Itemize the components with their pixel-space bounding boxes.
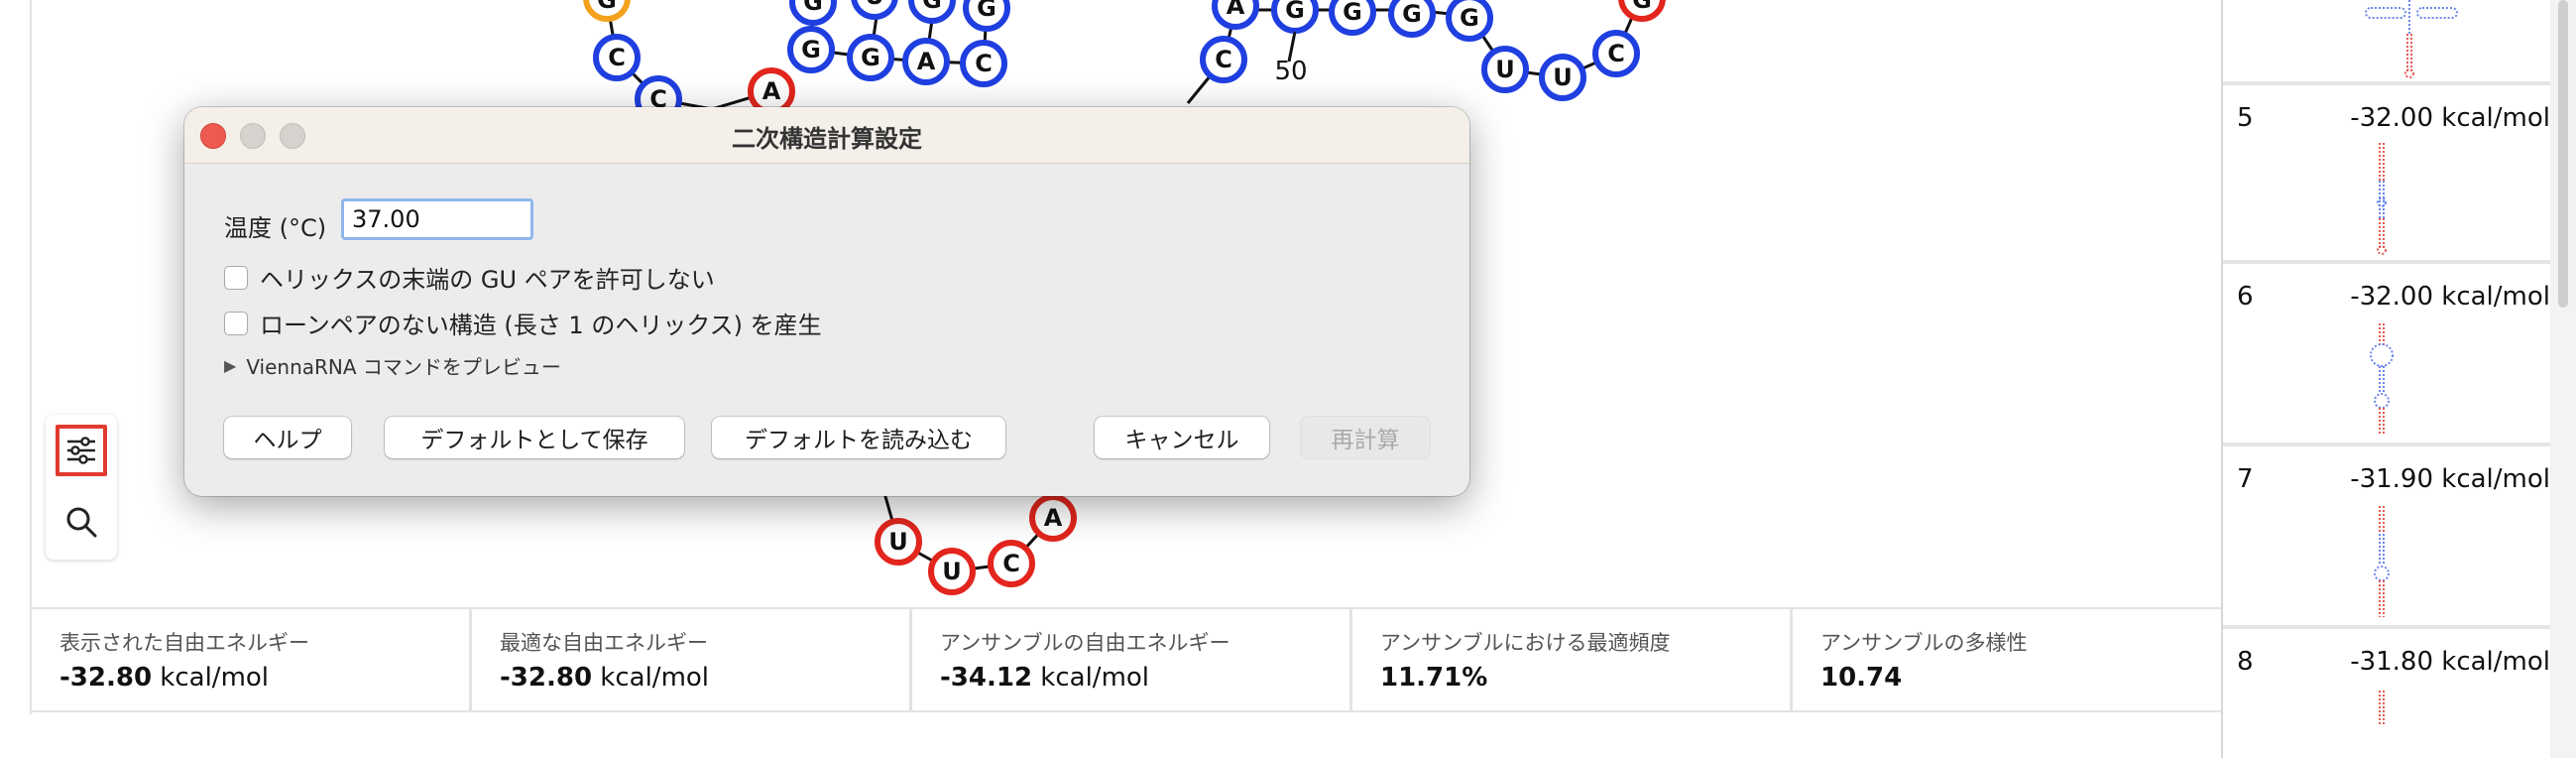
structure-settings-dialog: 二次構造計算設定 温度 (°C) ヘリックスの末端の GU ペアを許可しない ロ… [184,107,1469,496]
alternative-structures-panel[interactable]: 5 -32.00 kcal/mol 6 -32.00 kcal/mol 7 -3… [2221,0,2576,758]
dialog-title: 二次構造計算設定 [732,125,922,153]
stat-value: 11.71% [1380,663,1488,693]
alt-structure-row[interactable]: 7 -31.90 kcal/mol [2223,446,2550,629]
load-default-button[interactable]: デフォルトを読み込む [712,417,1005,458]
checkbox[interactable] [224,265,248,290]
stat-ensemble-diversity: アンサンブルの多様性 10.74 [1793,609,2221,710]
energy-stats-bar: 表示された自由エネルギー -32.80 kcal/mol 最適な自由エネルギー … [32,607,2221,712]
stat-value: -34.12 kcal/mol [940,663,1150,693]
stat-label: アンサンブルの多様性 [1820,631,2028,655]
temperature-label: 温度 (°C) [224,214,327,242]
alt-index: 5 [2237,103,2254,133]
stat-label: アンサンブルの自由エネルギー [940,631,1230,655]
stat-value: -32.80 kcal/mol [59,663,270,693]
svg-text:G: G [977,0,996,22]
svg-text:C: C [608,44,626,71]
alt-structure-row[interactable] [2223,0,2550,85]
structure-thumbnail [2377,143,2387,255]
structure-thumbnail [2379,691,2385,726]
canvas-tools [46,415,117,560]
svg-text:U: U [888,528,908,556]
svg-text:A: A [917,48,936,75]
temperature-input[interactable] [341,198,533,240]
structure-thumbnail [2365,0,2458,78]
recalculate-button[interactable]: 再計算 [1301,417,1430,458]
checkbox[interactable] [224,311,248,335]
dialog-titlebar[interactable]: 二次構造計算設定 [184,107,1469,164]
svg-text:C: C [1215,46,1232,73]
option-no-gu-closure[interactable]: ヘリックスの末端の GU ペアを許可しない [224,260,715,295]
alt-structure-row[interactable]: 5 -32.00 kcal/mol [2223,85,2550,264]
alt-energy: -32.00 kcal/mol [2350,282,2550,312]
alt-structure-row[interactable]: 6 -32.00 kcal/mol [2223,264,2550,446]
stat-value: 10.74 [1820,663,1903,693]
save-default-button[interactable]: デフォルトとして保存 [385,417,684,458]
stat-value: -32.80 kcal/mol [500,663,710,693]
structure-thumbnail [2374,506,2390,617]
disclosure-triangle-icon: ▶ [224,356,237,375]
stat-label: 最適な自由エネルギー [500,631,708,655]
option-no-lonely-pairs[interactable]: ローンペアのない構造 (長さ 1 のヘリックス) を産生 [224,306,822,340]
alt-index: 7 [2237,464,2254,494]
svg-text:G: G [1460,4,1479,32]
alt-energy: -32.00 kcal/mol [2350,103,2550,133]
alternatives-scrollbar[interactable] [2558,0,2568,308]
svg-text:A: A [762,77,781,105]
svg-text:G: G [801,36,821,63]
help-button[interactable]: ヘルプ [224,417,351,458]
search-button[interactable] [56,496,107,548]
cancel-button[interactable]: キャンセル [1095,417,1269,458]
alt-energy: -31.80 kcal/mol [2350,647,2550,677]
sliders-icon [67,437,95,464]
alt-index: 6 [2237,282,2254,312]
svg-text:G: G [803,0,823,16]
svg-text:G: G [1402,0,1422,28]
svg-text:G: G [1343,0,1362,26]
svg-text:G: G [1632,0,1652,14]
svg-text:C: C [975,50,993,77]
stat-optimal-frequency: アンサンブルにおける最適頻度 11.71% [1352,609,1790,710]
svg-text:G: G [861,44,880,71]
disclosure-label: ViennaRNA コマンドをプレビュー [246,355,561,379]
svg-text:G: G [1285,0,1305,24]
stat-optimal-energy: 最適な自由エネルギー -32.80 kcal/mol [472,609,909,710]
option-label: ローンペアのない構造 (長さ 1 のヘリックス) を産生 [260,312,822,339]
stat-label: アンサンブルにおける最適頻度 [1380,631,1671,655]
stat-displayed-energy: 表示された自由エネルギー -32.80 kcal/mol [32,609,469,710]
svg-text:U: U [942,558,962,585]
alt-structure-row[interactable]: 8 -31.80 kcal/mol [2223,629,2550,758]
svg-text:G: G [597,0,617,14]
viennarna-preview-disclosure[interactable]: ▶ ViennaRNA コマンドをプレビュー [224,351,561,380]
structure-thumbnail [2370,323,2394,435]
stat-ensemble-energy: アンサンブルの自由エネルギー -34.12 kcal/mol [912,609,1349,710]
svg-text:U: U [1495,56,1515,83]
svg-text:C: C [1002,550,1020,577]
alt-energy: -31.90 kcal/mol [2350,464,2550,494]
stat-label: 表示された自由エネルギー [59,631,309,655]
option-label: ヘリックスの末端の GU ペアを許可しない [260,266,715,294]
search-icon [66,507,97,538]
svg-text:U: U [865,0,884,10]
svg-text:C: C [1607,40,1625,67]
svg-text:G: G [922,0,942,14]
position-label: 50 [1274,57,1307,86]
svg-text:U: U [1553,63,1573,91]
alt-index: 8 [2237,647,2254,677]
structure-settings-button[interactable] [56,425,107,476]
svg-text:A: A [1227,0,1245,20]
svg-text:A: A [1044,504,1063,532]
